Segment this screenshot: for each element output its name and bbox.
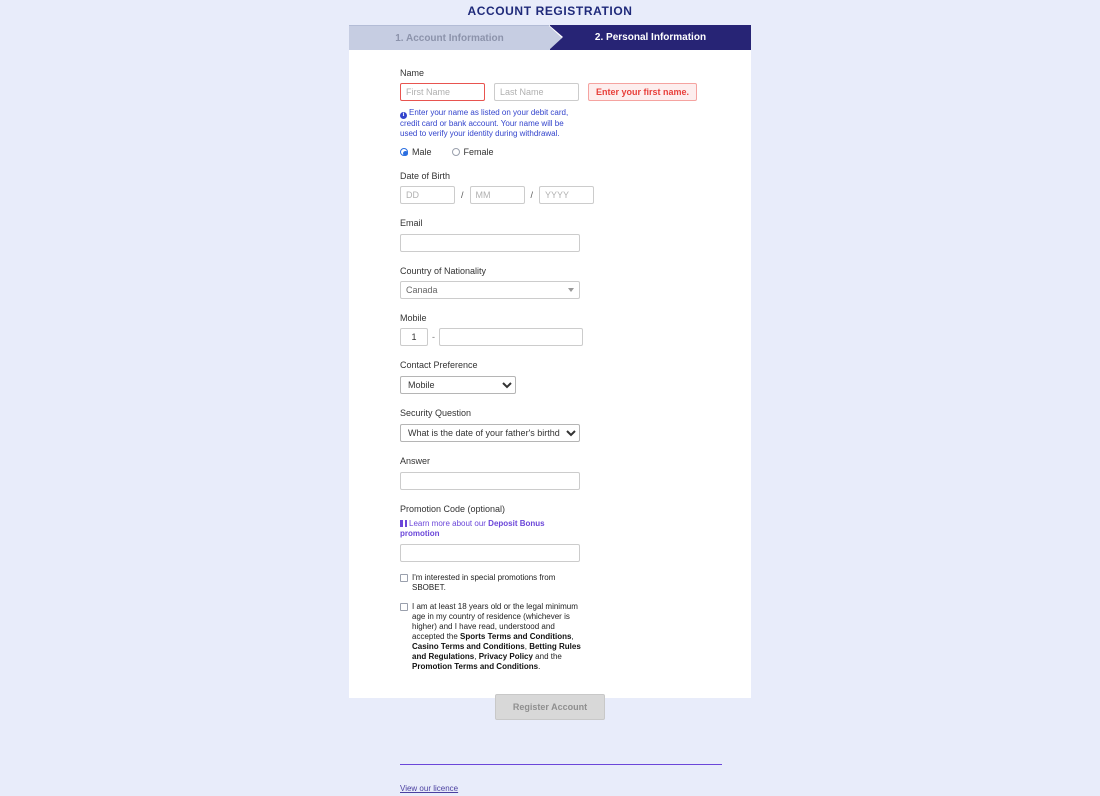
promotion-terms-link[interactable]: Promotion Terms and Conditions <box>412 662 538 671</box>
security-question-select[interactable]: What is the date of your father's birthd… <box>400 424 580 442</box>
age-terms-sep-1: , <box>571 632 574 641</box>
age-terms-consent-checkbox[interactable] <box>400 603 408 611</box>
promotion-note-prefix: Learn more about our <box>409 519 489 528</box>
email-input[interactable] <box>400 234 580 252</box>
dob-month-input[interactable] <box>469 186 525 204</box>
security-question-group: Security Question What is the date of yo… <box>400 408 700 442</box>
mobile-country-code-input[interactable] <box>400 328 428 346</box>
mobile-group: Mobile - <box>400 313 700 346</box>
last-name-input[interactable] <box>494 83 579 101</box>
promotions-consent-checkbox[interactable] <box>400 574 408 582</box>
country-select[interactable]: Canada <box>400 281 580 299</box>
mobile-separator: - <box>432 332 435 342</box>
email-label: Email <box>400 218 423 228</box>
dob-separator-1: / <box>461 190 464 200</box>
first-name-input[interactable] <box>400 83 485 101</box>
age-terms-consent-row[interactable]: I am at least 18 years old or the legal … <box>400 602 700 672</box>
answer-group: Answer <box>400 456 700 490</box>
privacy-policy-link[interactable]: Privacy Policy <box>479 652 533 661</box>
footer-divider <box>400 764 722 765</box>
info-icon: i <box>400 112 407 119</box>
name-info-text: Enter your name as listed on your debit … <box>400 108 569 138</box>
submit-row: Register Account <box>400 694 700 720</box>
name-row: Enter your first name. <box>400 83 700 101</box>
answer-label: Answer <box>400 456 431 466</box>
age-terms-sep-5: . <box>538 662 541 671</box>
gender-radio-male[interactable] <box>400 148 408 156</box>
chevron-down-icon <box>568 288 574 292</box>
dob-label: Date of Birth <box>400 171 451 181</box>
dob-separator-2: / <box>530 190 534 200</box>
register-account-button[interactable]: Register Account <box>495 694 605 720</box>
mobile-row: - <box>400 328 700 346</box>
wizard-step-account-information-label: 1. Account Information <box>395 32 504 44</box>
gift-icon <box>400 520 407 527</box>
name-info-note: i Enter your name as listed on your debit… <box>400 108 576 138</box>
dob-day-input[interactable] <box>400 186 455 204</box>
gender-label-female: Female <box>463 147 494 157</box>
mobile-number-input[interactable] <box>439 328 583 346</box>
gender-radio-female[interactable] <box>451 148 460 156</box>
country-label: Country of Nationality <box>400 266 487 276</box>
contact-preference-select[interactable]: Mobile <box>400 376 516 394</box>
wizard-step-personal-information[interactable]: 2. Personal Information <box>549 25 751 50</box>
name-label: Name <box>400 68 425 78</box>
mobile-label: Mobile <box>400 313 427 323</box>
contact-preference-group: Contact Preference Mobile <box>400 360 700 394</box>
dob-group: Date of Birth / / <box>400 171 700 204</box>
promotion-code-input[interactable] <box>400 544 580 562</box>
country-group: Country of Nationality Canada <box>400 266 700 299</box>
first-name-error: Enter your first name. <box>588 83 698 101</box>
wizard-step-personal-information-label: 2. Personal Information <box>594 32 707 43</box>
registration-wizard-steps: 1. Account Information 2. Personal Infor… <box>349 25 751 50</box>
dob-year-input[interactable] <box>539 186 595 204</box>
promotions-consent-row[interactable]: I'm interested in special promotions fro… <box>400 573 700 593</box>
country-selected-value: Canada <box>406 285 438 295</box>
promotions-consent-label: I'm interested in special promotions fro… <box>412 573 556 592</box>
contact-preference-label: Contact Preference <box>400 360 478 370</box>
wizard-step-account-information[interactable]: 1. Account Information <box>349 25 562 50</box>
name-group: Name Enter your first name. iEnter your … <box>400 68 700 157</box>
age-terms-consent-label: I am at least 18 years old or the legal … <box>412 602 584 672</box>
promotion-note: Learn more about our Deposit Bonus promo… <box>400 519 576 539</box>
sports-terms-link[interactable]: Sports Terms and Conditions <box>460 632 571 641</box>
answer-input[interactable] <box>400 472 580 490</box>
gender-label-male: Male <box>412 147 432 157</box>
page-title: ACCOUNT REGISTRATION <box>467 4 633 18</box>
promotion-code-group: Promotion Code (optional) Learn more abo… <box>400 504 700 562</box>
footer: View our licence <box>400 764 722 796</box>
casino-terms-link[interactable]: Casino Terms and Conditions <box>412 642 525 651</box>
security-question-label: Security Question <box>400 408 472 418</box>
email-group: Email <box>400 218 700 252</box>
gender-row: Male Female <box>400 147 700 157</box>
view-licence-link[interactable]: View our licence <box>400 784 458 793</box>
promotion-code-label: Promotion Code (optional) <box>400 504 506 514</box>
registration-panel: Name Enter your first name. iEnter your … <box>349 50 751 793</box>
dob-row: / / <box>400 186 700 204</box>
registration-form: Name Enter your first name. iEnter your … <box>400 68 722 796</box>
age-terms-sep-4: and the <box>532 652 562 661</box>
